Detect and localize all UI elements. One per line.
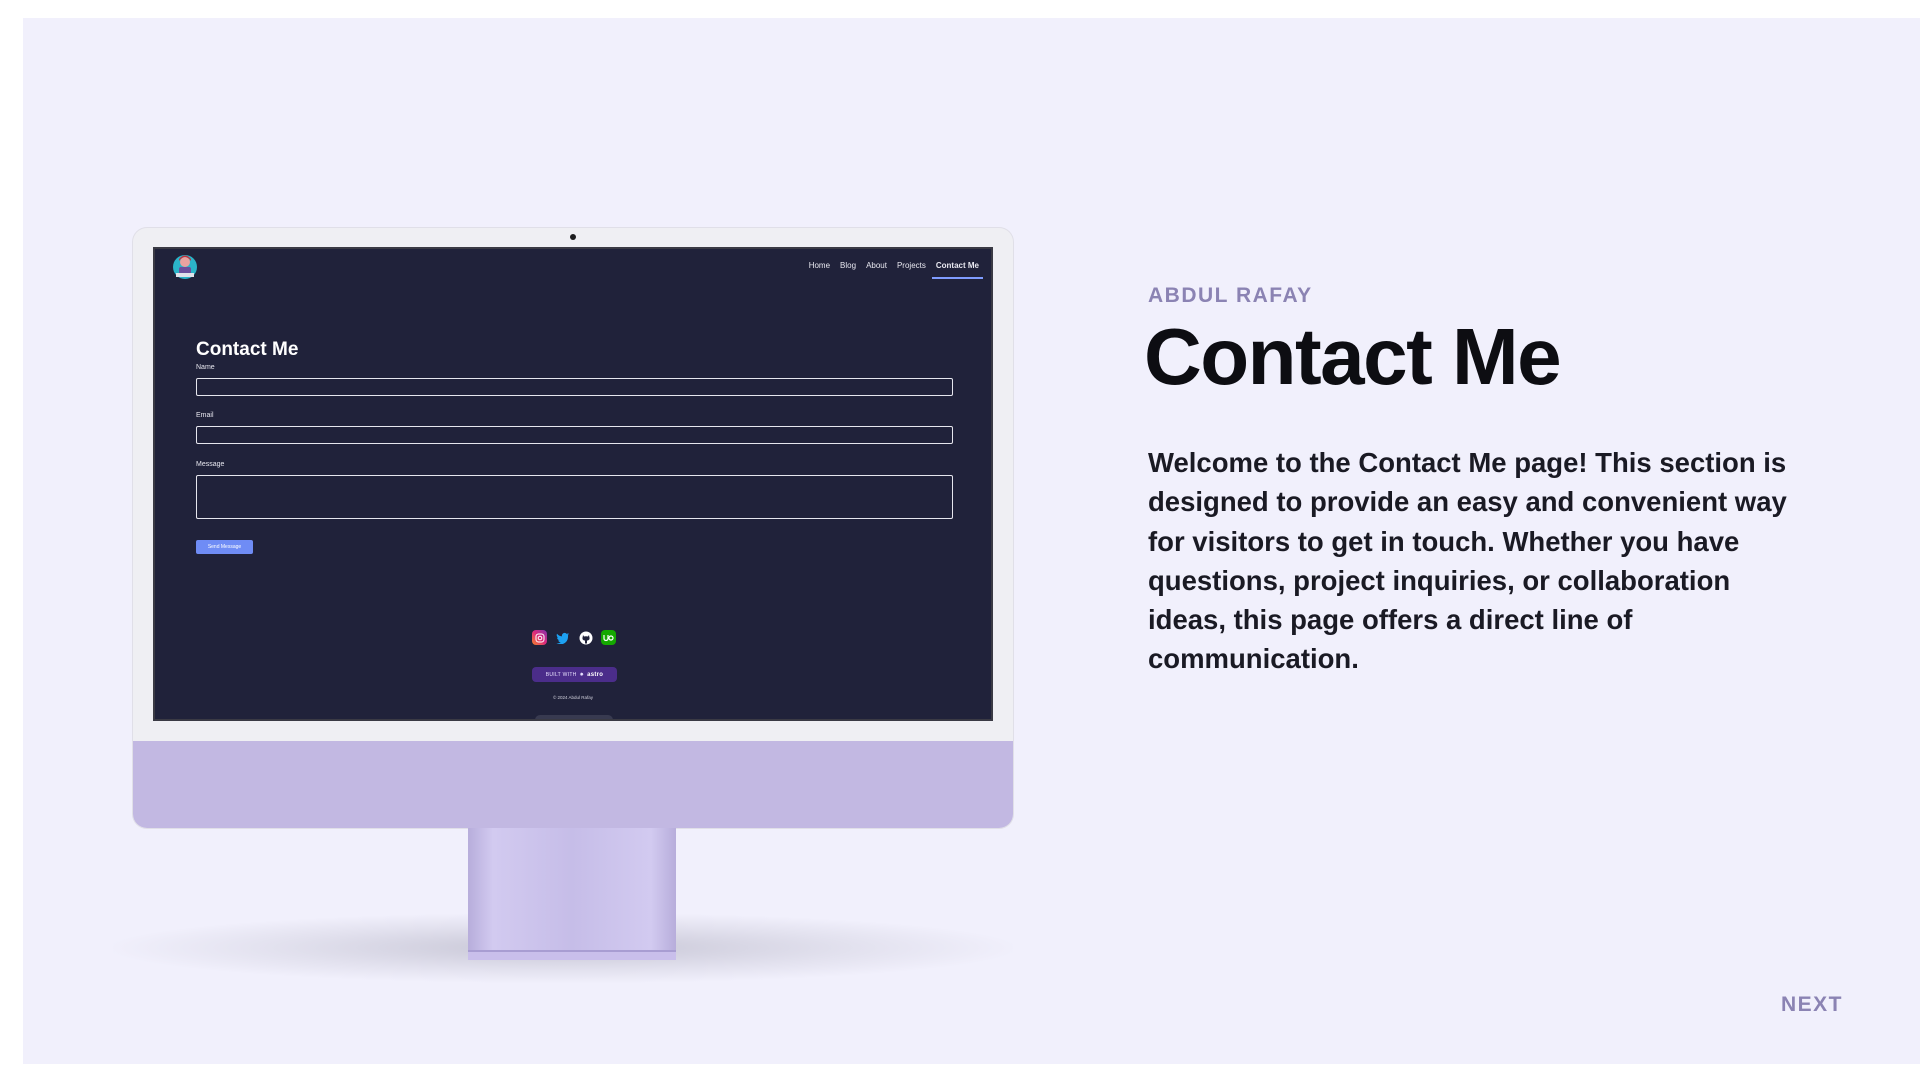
- slide-description: Welcome to the Contact Me page! This sec…: [1148, 447, 1787, 675]
- rocket-icon: ✸: [579, 671, 585, 678]
- slide-title: Contact Me: [1144, 312, 1562, 401]
- message-field[interactable]: [196, 475, 953, 519]
- nav-about[interactable]: About: [866, 261, 887, 270]
- email-label: Email: [196, 412, 214, 419]
- badge-prefix: BUILT WITH: [545, 671, 577, 678]
- monitor-stand: [468, 828, 676, 956]
- send-message-button[interactable]: Send Message: [196, 540, 253, 554]
- nav-projects[interactable]: Projects: [897, 261, 926, 270]
- message-label: Message: [196, 461, 225, 468]
- upwork-icon[interactable]: [601, 630, 616, 645]
- nav-blog[interactable]: Blog: [840, 261, 856, 270]
- nav-contact-me[interactable]: Contact Me: [931, 261, 984, 279]
- avatar-logo-icon[interactable]: [170, 251, 200, 281]
- site-nav: Home Blog About Projects Contact Me: [809, 261, 984, 279]
- name-label: Name: [196, 364, 215, 371]
- author-name: ABDUL RAFAY: [1148, 284, 1313, 307]
- social-links: [532, 630, 616, 645]
- monitor-chin: [133, 741, 1013, 828]
- next-button[interactable]: NEXT: [1781, 993, 1843, 1017]
- badge-brand: astro: [587, 671, 604, 678]
- name-field[interactable]: [196, 378, 953, 396]
- built-with-astro-badge[interactable]: BUILT WITH ✸ astro: [532, 667, 617, 682]
- github-icon[interactable]: [578, 630, 593, 645]
- monitor: Home Blog About Projects Contact Me Cont…: [133, 228, 1013, 828]
- contact-form-title: Contact Me: [196, 339, 299, 360]
- copyright-text: © 2024 Abdul Rafay: [552, 695, 594, 700]
- camera-dot: [570, 234, 576, 240]
- footer-strip: [535, 715, 613, 719]
- email-field[interactable]: [196, 426, 953, 444]
- slide-background: Home Blog About Projects Contact Me Cont…: [23, 18, 1920, 1064]
- monitor-stand-foot: [468, 950, 676, 960]
- twitter-icon[interactable]: [555, 630, 570, 645]
- monitor-screen: Home Blog About Projects Contact Me Cont…: [153, 247, 993, 721]
- instagram-icon[interactable]: [532, 630, 547, 645]
- nav-home[interactable]: Home: [809, 261, 830, 270]
